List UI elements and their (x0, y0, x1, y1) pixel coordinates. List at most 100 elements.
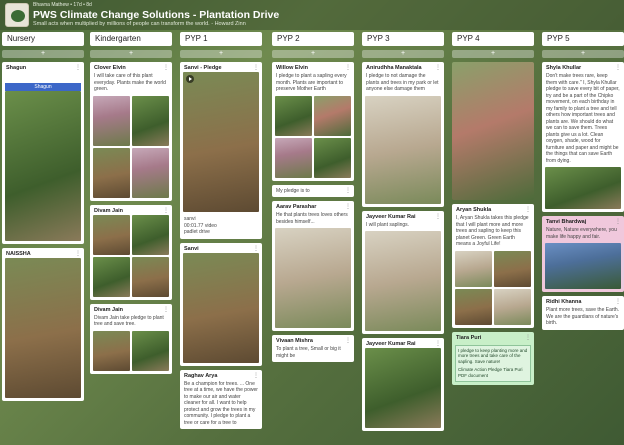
play-icon[interactable] (186, 75, 194, 83)
post-card[interactable]: Ridhi Khanna ⋮ Plant more trees, save th… (542, 296, 624, 330)
photo-collage[interactable] (455, 250, 531, 325)
post-body: I pledge to not damage the plants and tr… (366, 73, 439, 92)
post-menu-icon[interactable]: ⋮ (435, 340, 441, 347)
post-photo[interactable] (545, 243, 621, 289)
post-menu-icon[interactable]: ⋮ (615, 298, 621, 305)
column-title[interactable]: PYP 3 (362, 32, 444, 46)
post-author: Ridhi Khanna (546, 299, 582, 305)
add-post-button[interactable]: + (272, 50, 354, 58)
post-card[interactable]: Anirudhha Manaktala ⋮ I pledge to not da… (362, 62, 444, 207)
post-menu-icon[interactable]: ⋮ (163, 306, 169, 313)
photo-collage[interactable] (93, 214, 169, 297)
collage-photo (93, 256, 130, 297)
add-post-button[interactable]: + (2, 50, 84, 58)
post-video[interactable] (183, 72, 259, 212)
post-menu-icon[interactable]: ⋮ (163, 64, 169, 71)
post-card[interactable]: Willow Elvin ⋮ I pledge to plant a sapli… (272, 62, 354, 181)
post-author: Willow Elvin (276, 65, 309, 71)
post-card[interactable]: Tanvi Bhardwaj ⋮ Nature, Nature everywhe… (542, 216, 624, 292)
post-card[interactable]: Jayveer Kumar Rai ⋮ I will plant sapling… (362, 210, 444, 334)
post-menu-icon[interactable]: ⋮ (253, 64, 259, 71)
post-card[interactable]: NAISSHA ⋮ (2, 248, 84, 401)
column-kindergarten: Kindergarten + Clover Elvin ⋮ I will tak… (90, 32, 172, 378)
post-card[interactable]: Clover Elvin ⋮ I will take care of this … (90, 62, 172, 201)
add-post-button[interactable]: + (542, 50, 624, 58)
add-post-button[interactable]: + (90, 50, 172, 58)
post-menu-icon[interactable]: ⋮ (345, 203, 351, 210)
post-card[interactable]: Vivaan Mishra ⋮ To plant a tree, Small o… (272, 335, 354, 362)
post-menu-icon[interactable]: ⋮ (345, 187, 351, 194)
post-card[interactable]: Jayveer Kumar Rai ⋮ (362, 338, 444, 431)
column-title[interactable]: PYP 1 (180, 32, 262, 46)
post-menu-icon[interactable]: ⋮ (525, 206, 531, 213)
photo-collage[interactable] (93, 330, 169, 371)
post-card[interactable]: Tiara Puri ⋮ I pledge to keep planting m… (452, 331, 534, 385)
post-menu-icon[interactable]: ⋮ (435, 213, 441, 220)
post-menu-icon[interactable]: ⋮ (345, 337, 351, 344)
add-post-button[interactable]: + (452, 50, 534, 58)
post-menu-icon[interactable]: ⋮ (253, 245, 259, 252)
post-menu-icon[interactable]: ⋮ (435, 64, 441, 71)
video-overlay-name: sanvi (184, 216, 196, 222)
post-body: I pledge to plant a sapling every month.… (276, 73, 347, 92)
post-photo[interactable] (183, 252, 259, 363)
post-card[interactable]: Shyla Khullar ⋮ Don't make trees rare, k… (542, 62, 624, 212)
collage-photo (93, 330, 130, 371)
collage-photo (132, 330, 169, 371)
post-card[interactable]: Raghav Arya ⋮ Be a champion for trees. .… (180, 369, 262, 429)
post-menu-icon[interactable]: ⋮ (615, 64, 621, 71)
post-photo[interactable] (365, 231, 441, 331)
post-author: Sanvi - Pledge (184, 65, 222, 71)
post-menu-icon[interactable]: ⋮ (75, 64, 81, 71)
column-pyp-1: PYP 1 + Sanvi - Pledge ⋮ sanvi 00:01.77 … (180, 32, 262, 433)
board-logo-icon[interactable] (5, 3, 29, 27)
column-title[interactable]: Nursery (2, 32, 84, 46)
post-photo[interactable] (5, 91, 81, 241)
post-card[interactable]: Divam Jain ⋮ Divam Jain take pledge to p… (90, 303, 172, 374)
post-menu-icon[interactable]: ⋮ (345, 64, 351, 71)
post-card[interactable]: ⋮ My pledge is to (272, 184, 354, 197)
post-menu-icon[interactable]: ⋮ (253, 372, 259, 379)
post-author: Jayveer Kumar Rai (366, 213, 416, 220)
collage-photo (132, 256, 169, 297)
post-photo[interactable] (275, 228, 351, 328)
post-author: Raghav Arya (184, 372, 218, 379)
post-menu-icon[interactable]: ⋮ (615, 218, 621, 225)
post-photo[interactable] (365, 348, 441, 428)
collage-photo (314, 137, 351, 178)
column-title[interactable]: PYP 2 (272, 32, 354, 46)
post-author: Anirudhha Manaktala (366, 65, 422, 71)
post-menu-icon[interactable]: ⋮ (163, 207, 169, 214)
collage-photo (275, 95, 312, 136)
post-body: To plant a tree, Small or big it might b… (276, 346, 341, 359)
column-title[interactable]: PYP 5 (542, 32, 624, 46)
collage-photo (93, 214, 130, 255)
post-menu-icon[interactable]: ⋮ (75, 250, 81, 257)
post-card[interactable]: Aarav Parashar ⋮ He that plants trees lo… (272, 201, 354, 331)
photo-collage[interactable] (275, 95, 351, 178)
post-photo[interactable] (545, 167, 621, 209)
add-post-button[interactable]: + (362, 50, 444, 58)
column-nursery: Nursery + Shagun ⋮ Shagun NAISSHA ⋮ (2, 32, 84, 405)
post-author: NAISSHA (6, 251, 31, 257)
post-card[interactable]: Aryan Shukla ⋮ I, Aryan Shukla takes thi… (452, 204, 534, 328)
post-card[interactable]: Shagun ⋮ Shagun (2, 62, 84, 244)
post-body: Nature, Nature everywhere, you make life… (546, 227, 617, 240)
post-author: Vivaan Mishra (276, 338, 313, 344)
add-post-button[interactable]: + (180, 50, 262, 58)
post-card[interactable] (452, 62, 534, 200)
post-card[interactable]: Divam Jain ⋮ (90, 204, 172, 300)
post-photo[interactable] (5, 258, 81, 398)
post-body: He that plants trees loves others beside… (276, 212, 348, 225)
photo-collage[interactable] (93, 95, 169, 198)
phone-status-bar (5, 72, 81, 80)
post-card[interactable]: Sanvi ⋮ (180, 242, 262, 366)
column-title[interactable]: Kindergarten (90, 32, 172, 46)
column-title[interactable]: PYP 4 (452, 32, 534, 46)
pdf-attachment[interactable]: I pledge to keep planting more and more … (455, 344, 531, 382)
collage-photo (132, 147, 169, 198)
post-card[interactable]: Sanvi - Pledge ⋮ sanvi 00:01.77 video pa… (180, 62, 262, 239)
post-menu-icon[interactable]: ⋮ (525, 334, 531, 341)
post-photo[interactable] (365, 95, 441, 204)
post-photo[interactable] (452, 62, 534, 200)
